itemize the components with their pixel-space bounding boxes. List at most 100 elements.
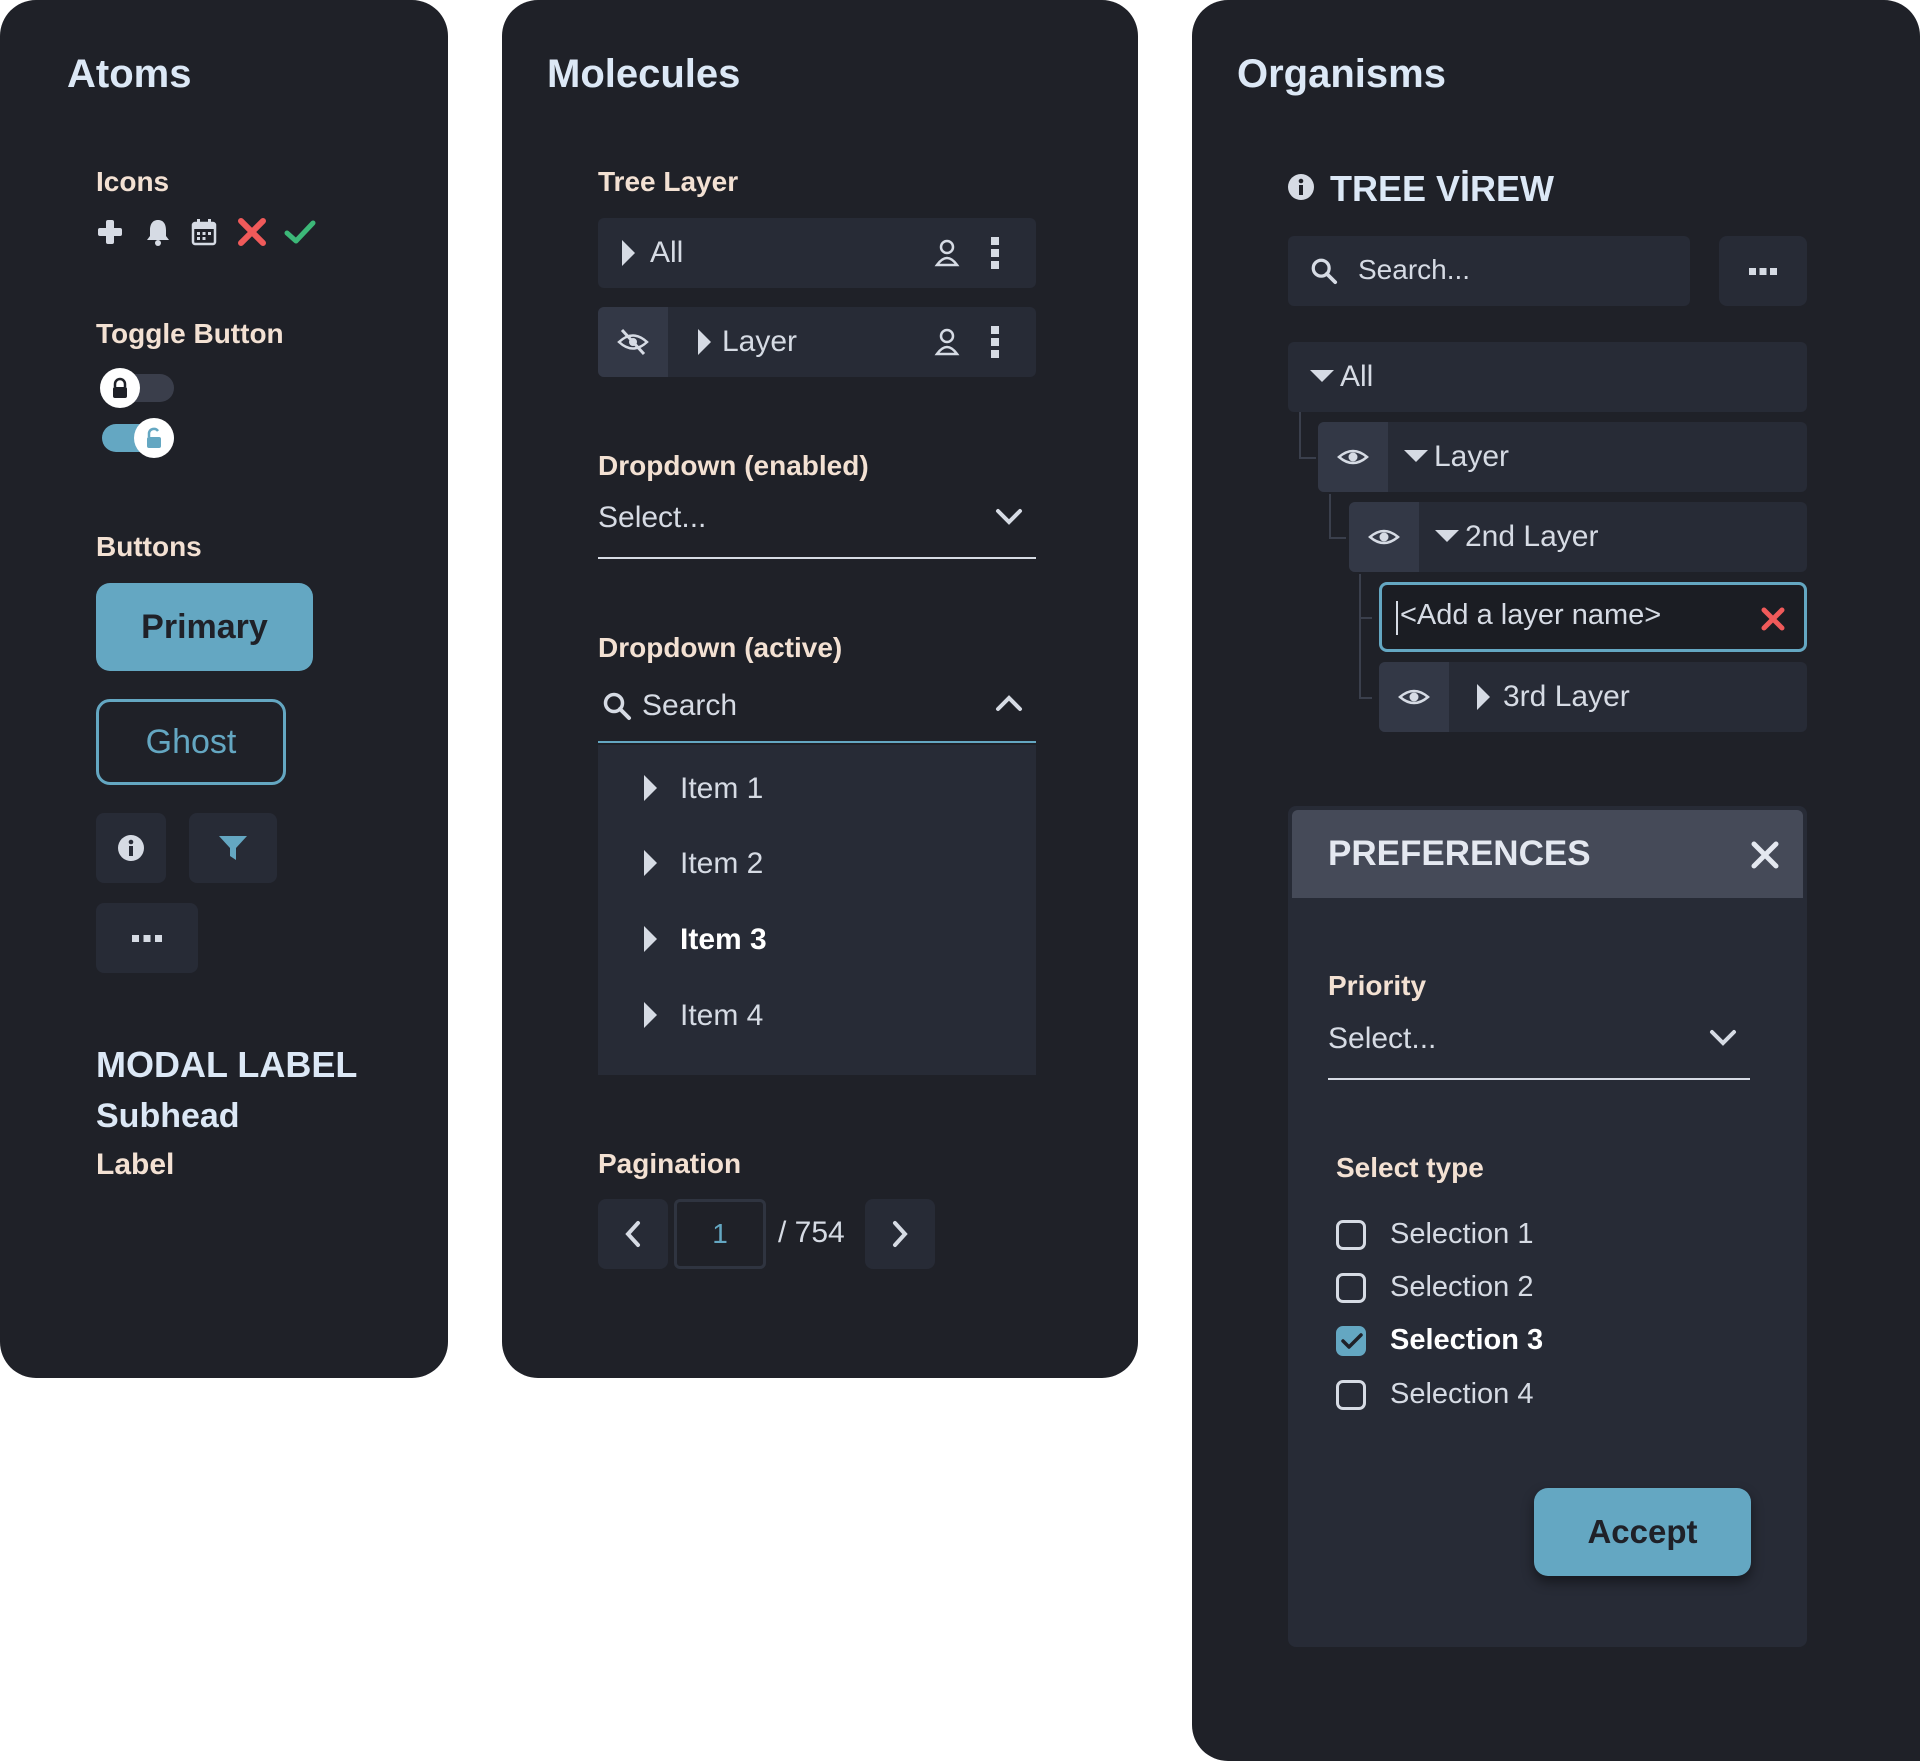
checkbox-label: Selection 1	[1390, 1218, 1534, 1250]
tree-node-layer[interactable]: Layer	[1318, 422, 1807, 492]
checkbox[interactable]	[1336, 1220, 1366, 1250]
tree-row-layer[interactable]: Layer	[598, 307, 1036, 377]
eye-icon	[1398, 689, 1430, 705]
tree-node-all[interactable]: All	[1288, 342, 1807, 412]
bell-icon	[147, 220, 169, 246]
tree-node-2nd-layer[interactable]: 2nd Layer	[1349, 502, 1807, 572]
info-icon	[118, 835, 144, 861]
caret-right-icon	[1477, 684, 1490, 710]
plus-icon	[98, 220, 122, 244]
icons-label: Icons	[96, 166, 170, 197]
preferences-modal: PREFERENCES Priority Select... Select ty…	[1288, 806, 1807, 1647]
layer-name-placeholder: <Add a layer name>	[1400, 599, 1662, 631]
vertical-ellipsis-icon[interactable]	[990, 236, 1000, 270]
list-item[interactable]: Item 2	[598, 845, 1036, 895]
priority-dropdown[interactable]: Select...	[1328, 1016, 1750, 1080]
organisms-title: Organisms	[1237, 52, 1446, 96]
dropdown-active-label: Dropdown (active)	[598, 632, 843, 663]
label: Label	[96, 1148, 175, 1181]
vertical-ellipsis-icon[interactable]	[990, 325, 1000, 359]
icon-row	[96, 216, 326, 250]
tree-view-title: TREE VİREW	[1330, 168, 1555, 209]
checkbox-option[interactable]: Selection 4	[1336, 1376, 1636, 1416]
caret-down-icon	[1404, 450, 1428, 462]
modal-title: PREFERENCES	[1328, 834, 1591, 873]
dropdown-placeholder: Select...	[598, 501, 707, 534]
list-item-label: Item 2	[680, 847, 764, 880]
organisms-panel: Organisms TREE VİREW Search... All Layer	[1192, 0, 1920, 1761]
info-button[interactable]	[96, 813, 166, 883]
more-button[interactable]	[96, 903, 198, 973]
checkbox-checked[interactable]	[1336, 1326, 1366, 1356]
caret-right-icon	[644, 1002, 657, 1028]
filter-button[interactable]	[189, 813, 277, 883]
clear-icon[interactable]	[1760, 606, 1786, 632]
toggle-knob	[100, 368, 140, 408]
search-icon	[603, 692, 631, 720]
list-item-label: Item 1	[680, 772, 764, 805]
dropdown-active-underline	[598, 741, 1036, 743]
toggle-unlocked[interactable]	[102, 418, 174, 458]
visibility-toggle[interactable]	[1379, 662, 1449, 732]
ghost-button[interactable]: Ghost	[96, 699, 286, 785]
chevron-right-icon	[893, 1221, 908, 1247]
visibility-toggle[interactable]	[1349, 502, 1419, 572]
checkbox-option[interactable]: Selection 1	[1336, 1216, 1636, 1256]
priority-label: Priority	[1328, 970, 1427, 1001]
toggle-locked[interactable]	[100, 368, 174, 408]
user-icon[interactable]	[934, 327, 960, 357]
visibility-toggle[interactable]	[1318, 422, 1388, 492]
dropdown-enabled[interactable]: Select...	[598, 495, 1036, 561]
checkbox-label: Selection 3	[1390, 1324, 1544, 1356]
tree-row-label: All	[650, 236, 684, 269]
primary-button[interactable]: Primary	[96, 583, 313, 671]
tree-node-label: Layer	[1434, 440, 1510, 473]
chevron-up-icon	[996, 695, 1022, 711]
calendar-icon	[191, 219, 217, 246]
caret-down-icon	[1435, 530, 1459, 542]
checkbox-option[interactable]: Selection 2	[1336, 1269, 1636, 1309]
toggle-button-label: Toggle Button	[96, 318, 284, 349]
page-total: / 754	[778, 1216, 845, 1249]
more-button[interactable]	[1719, 236, 1807, 306]
prev-page-button[interactable]	[598, 1199, 668, 1269]
caret-right-icon	[644, 926, 657, 952]
checkbox-option[interactable]: Selection 3	[1336, 1322, 1636, 1362]
checkbox-label: Selection 4	[1390, 1378, 1534, 1410]
checkbox[interactable]	[1336, 1380, 1366, 1410]
close-icon[interactable]	[1750, 840, 1780, 870]
caret-right-icon	[644, 850, 657, 876]
lock-icon	[113, 377, 127, 398]
tree-node-label: 3rd Layer	[1503, 680, 1630, 713]
text-cursor	[1396, 601, 1398, 635]
search-icon	[1311, 258, 1338, 285]
check-icon	[1341, 1333, 1363, 1349]
molecules-panel: Molecules Tree Layer All Layer Dropdown …	[502, 0, 1138, 1378]
visibility-toggle[interactable]	[598, 307, 668, 377]
list-item[interactable]: Item 4	[598, 997, 1036, 1047]
chevron-down-icon	[996, 509, 1022, 525]
layer-name-input[interactable]: <Add a layer name>	[1379, 582, 1807, 652]
list-item-label: Item 3	[680, 923, 767, 956]
ellipsis-icon	[132, 935, 162, 942]
dropdown-active[interactable]: Search	[598, 683, 1036, 743]
list-item[interactable]: Item 3	[598, 921, 1036, 971]
search-placeholder: Search...	[1358, 254, 1471, 285]
page-input[interactable]: 1	[674, 1199, 766, 1269]
accept-button[interactable]: Accept	[1534, 1488, 1751, 1576]
toggle-knob	[134, 418, 174, 458]
eye-slash-icon	[617, 328, 649, 356]
tree-row-all[interactable]: All	[598, 218, 1036, 288]
buttons-label: Buttons	[96, 531, 202, 562]
modal-label: MODAL LABEL	[96, 1044, 358, 1085]
eye-icon	[1337, 449, 1369, 465]
select-type-label: Select type	[1336, 1152, 1484, 1183]
x-icon	[238, 218, 266, 246]
user-icon[interactable]	[934, 238, 960, 268]
next-page-button[interactable]	[865, 1199, 935, 1269]
list-item[interactable]: Item 1	[598, 770, 1036, 820]
tree-node-label: All	[1340, 360, 1374, 393]
checkbox[interactable]	[1336, 1273, 1366, 1303]
tree-node-3rd-layer[interactable]: 3rd Layer	[1379, 662, 1807, 732]
search-input[interactable]: Search...	[1288, 236, 1690, 306]
